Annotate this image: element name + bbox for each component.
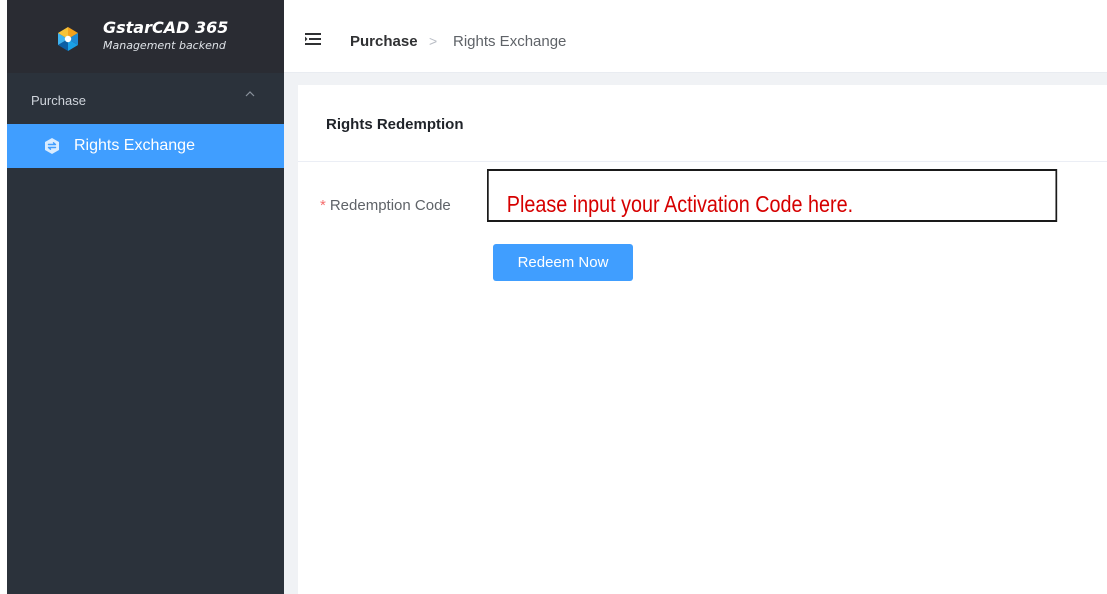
breadcrumb-current: Rights Exchange (453, 33, 567, 50)
sidebar: GstarCAD 365 Management backend Purchase… (7, 0, 284, 594)
app-subtitle: Management backend (103, 39, 226, 52)
redemption-code-label: * Redemption Code (320, 197, 451, 214)
required-mark: * (320, 197, 326, 214)
gstarcad-logo-icon (58, 27, 78, 51)
breadcrumb-separator: > (429, 33, 438, 49)
top-bar: Purchase > Rights Exchange (284, 0, 1107, 73)
chevron-up-icon (245, 91, 255, 97)
logo-area[interactable]: GstarCAD 365 Management backend (7, 0, 284, 73)
sidebar-item-rights-exchange[interactable]: Rights Exchange (7, 124, 284, 168)
breadcrumb-root[interactable]: Purchase (350, 33, 418, 50)
redemption-code-label-text: Redemption Code (329, 197, 451, 214)
sidebar-item-label: Rights Exchange (74, 137, 195, 154)
card-title: Rights Redemption (326, 116, 464, 133)
card-divider (298, 161, 1107, 162)
sidebar-group-label: Purchase (31, 93, 86, 108)
exchange-icon (45, 138, 59, 154)
sidebar-group-purchase[interactable]: Purchase (7, 73, 284, 124)
hamburger-icon[interactable] (305, 33, 321, 45)
redeem-now-button[interactable]: Redeem Now (493, 244, 633, 281)
redemption-code-input[interactable] (487, 169, 1058, 222)
redemption-card: Rights Redemption *Redemption Code Redee… (298, 85, 1107, 594)
app-title: GstarCAD 365 (103, 18, 229, 37)
